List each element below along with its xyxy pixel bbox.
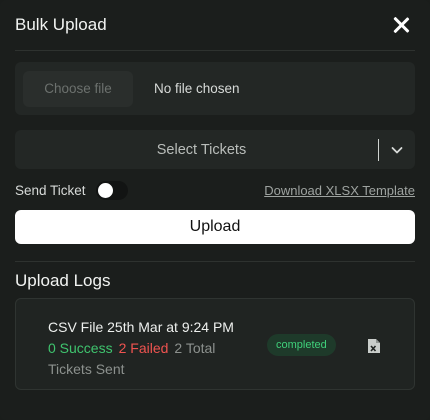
failed-count: 2 Failed bbox=[118, 340, 169, 356]
download-template-link[interactable]: Download XLSX Template bbox=[264, 183, 415, 198]
upload-logs-title: Upload Logs bbox=[15, 271, 111, 290]
chevron-down-icon[interactable] bbox=[379, 130, 415, 169]
tickets-select[interactable]: Select Tickets bbox=[15, 130, 415, 169]
bulk-upload-modal: Bulk Upload Choose file No file chosen S… bbox=[0, 0, 430, 420]
log-text: CSV File 25th Mar at 9:24 PM 0 Success 2 … bbox=[48, 317, 258, 380]
section-divider bbox=[15, 261, 415, 262]
send-ticket-row: Send Ticket Download XLSX Template bbox=[15, 179, 415, 201]
total-count: 2 Total bbox=[174, 340, 216, 356]
log-title: CSV File 25th Mar at 9:24 PM bbox=[48, 319, 234, 335]
modal-title: Bulk Upload bbox=[15, 15, 107, 34]
close-icon[interactable] bbox=[390, 14, 412, 36]
upload-button[interactable]: Upload bbox=[15, 210, 415, 244]
tickets-sent-label: Tickets Sent bbox=[48, 361, 125, 377]
file-status-text: No file chosen bbox=[154, 81, 240, 96]
choose-file-button[interactable]: Choose file bbox=[23, 70, 133, 107]
status-badge: completed bbox=[267, 334, 336, 356]
file-excel-icon[interactable] bbox=[367, 338, 381, 354]
log-item: CSV File 25th Mar at 9:24 PM 0 Success 2 … bbox=[15, 298, 415, 390]
success-count: 0 Success bbox=[48, 340, 113, 356]
send-ticket-toggle[interactable] bbox=[95, 180, 128, 200]
log-stats: 0 Success 2 Failed 2 Total Tickets Sent bbox=[48, 338, 258, 380]
tickets-select-placeholder: Select Tickets bbox=[156, 141, 247, 158]
send-ticket-label: Send Ticket bbox=[15, 182, 86, 198]
modal-header: Bulk Upload bbox=[15, 0, 415, 51]
toggle-knob bbox=[97, 182, 113, 198]
file-input[interactable]: Choose file No file chosen bbox=[15, 62, 415, 115]
